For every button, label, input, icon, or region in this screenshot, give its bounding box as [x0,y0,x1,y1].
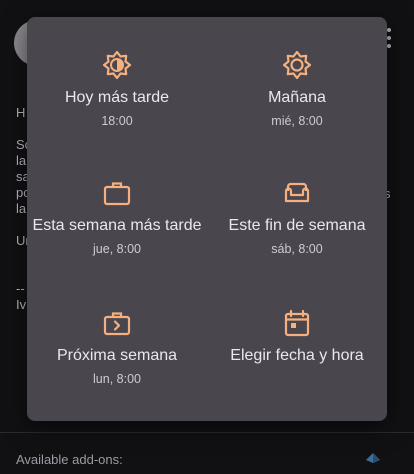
divider [0,432,414,433]
option-time: lun, 8:00 [93,372,141,386]
email-body-line: la [16,153,27,168]
option-label: Mañana [268,89,326,106]
snooze-later-today-option[interactable]: Hoy más tarde 18:00 [27,49,207,128]
snooze-weekend-option[interactable]: Este fin de semana sáb, 8:00 [207,177,387,256]
option-time: mié, 8:00 [271,114,323,128]
option-time: 18:00 [101,114,133,128]
option-label: Próxima semana [56,347,178,364]
snooze-menu: Hoy más tarde 18:00 Mañana mié, 8:00 Est… [27,17,387,421]
email-body-line: la [16,201,27,216]
sofa-icon [284,182,310,203]
snooze-later-this-week-option[interactable]: Esta semana más tarde jue, 8:00 [27,177,207,256]
snooze-pick-date-option[interactable]: Elegir fecha y hora [207,307,387,366]
option-label: Hoy más tarde [64,89,170,106]
briefcase-icon [103,182,131,206]
option-label: Elegir fecha y hora [230,347,364,364]
option-time: jue, 8:00 [93,242,141,256]
sun-gear-icon [282,50,312,80]
brightness-icon [102,50,132,80]
next-week-icon [103,312,131,336]
option-label: Este fin de semana [228,217,366,234]
option-time: sáb, 8:00 [271,242,323,256]
email-body-line: Iv [16,297,27,312]
snooze-tomorrow-option[interactable]: Mañana mié, 8:00 [207,49,387,128]
email-body-line: H [16,105,26,120]
calendar-icon [284,309,310,337]
option-label: Esta semana más tarde [32,217,202,234]
addon-icon[interactable] [364,450,382,464]
email-body-line: -- [16,281,25,296]
addons-label: Available add-ons: [16,452,123,467]
snooze-next-week-option[interactable]: Próxima semana lun, 8:00 [27,307,207,386]
